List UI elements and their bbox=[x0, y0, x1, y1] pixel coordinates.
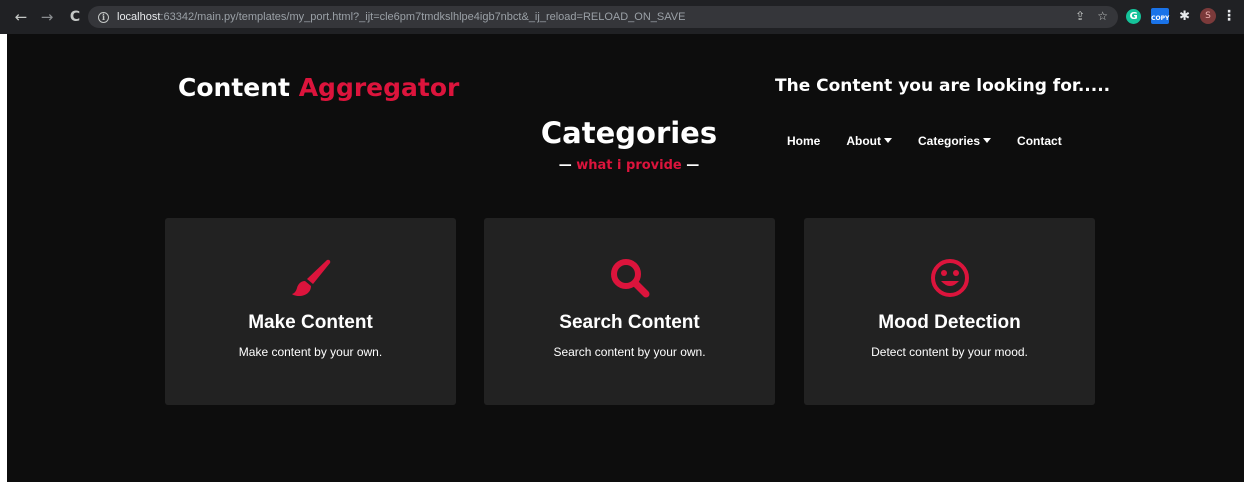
caret-down-icon bbox=[884, 138, 892, 143]
tagline: The Content you are looking for..... bbox=[775, 76, 1111, 96]
url-text: localhost:63342/main.py/templates/my_por… bbox=[117, 11, 686, 23]
card-mood-detection[interactable]: Mood Detection Detect content by your mo… bbox=[804, 218, 1095, 405]
paintbrush-icon bbox=[165, 256, 456, 300]
card-title: Make Content bbox=[248, 312, 373, 333]
star-icon[interactable]: ☆ bbox=[1097, 9, 1108, 23]
logo-accent-text: Aggregator bbox=[298, 73, 460, 102]
card-description: Search content by your own. bbox=[553, 345, 706, 359]
nav-categories[interactable]: Categories bbox=[918, 134, 992, 148]
main-nav: Home About Categories Contact bbox=[787, 134, 1062, 148]
info-icon[interactable]: i bbox=[98, 11, 109, 23]
back-arrow-icon[interactable]: ← bbox=[10, 8, 32, 26]
nav-contact[interactable]: Contact bbox=[1017, 134, 1062, 148]
reload-icon[interactable]: C bbox=[64, 9, 86, 25]
browser-toolbar: ← → C i localhost:63342/main.py/template… bbox=[0, 0, 1244, 34]
section-title: Categories bbox=[540, 116, 718, 150]
caret-down-icon bbox=[983, 138, 992, 143]
address-bar[interactable]: i localhost:63342/main.py/templates/my_p… bbox=[88, 6, 1118, 28]
nav-home[interactable]: Home bbox=[787, 134, 820, 148]
card-title: Mood Detection bbox=[878, 312, 1021, 333]
profile-avatar[interactable]: S bbox=[1200, 8, 1216, 24]
site-logo[interactable]: Content Aggregator bbox=[178, 73, 459, 102]
forward-arrow-icon[interactable]: → bbox=[36, 8, 58, 26]
logo-text: Content bbox=[178, 73, 290, 102]
card-description: Make content by your own. bbox=[238, 345, 383, 359]
page-content: Content Aggregator The Content you are l… bbox=[7, 34, 1244, 482]
card-description: Detect content by your mood. bbox=[871, 345, 1028, 359]
card-make-content[interactable]: Make Content Make content by your own. bbox=[165, 218, 456, 405]
smile-icon bbox=[804, 256, 1095, 300]
card-title: Search Content bbox=[559, 312, 700, 333]
share-icon[interactable]: ⇪ bbox=[1075, 9, 1085, 23]
search-icon bbox=[484, 256, 775, 300]
menu-kebab-icon[interactable]: ⋮ bbox=[1222, 8, 1236, 24]
extensions-puzzle-icon[interactable]: ✱ bbox=[1179, 9, 1190, 24]
card-search-content[interactable]: Search Content Search content by your ow… bbox=[484, 218, 775, 405]
nav-about[interactable]: About bbox=[846, 134, 892, 148]
copy-extension-icon[interactable]: COPY bbox=[1151, 8, 1169, 24]
grammarly-extension-icon[interactable]: G bbox=[1126, 8, 1142, 24]
section-subtitle: — what i provide — bbox=[558, 158, 700, 173]
